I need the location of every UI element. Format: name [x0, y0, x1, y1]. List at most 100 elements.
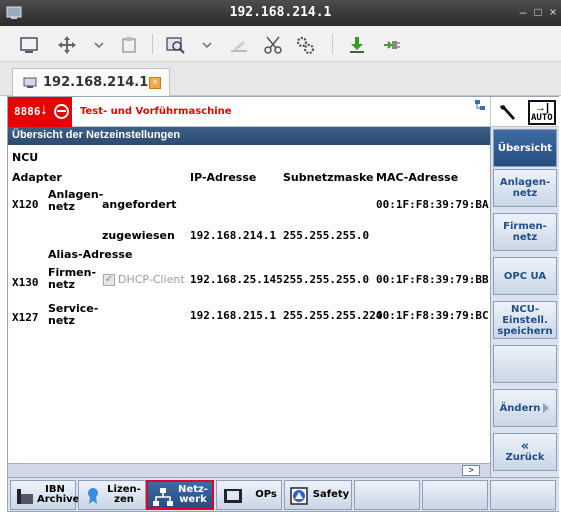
port-label: X127 — [12, 311, 39, 324]
mac-address: 00:1F:F8:39:79:BA — [376, 198, 489, 211]
softkey-empty[interactable] — [493, 345, 557, 383]
panel-icon — [224, 489, 242, 503]
column-header-mac: MAC-Adresse — [376, 171, 459, 184]
softkey-back[interactable]: « Zurück — [493, 433, 557, 471]
clipboard-icon[interactable] — [118, 34, 140, 56]
alarm-number: 8886 — [14, 105, 41, 118]
horizontal-scrollbar[interactable]: > — [8, 463, 490, 477]
softkey-label: speichern — [497, 325, 553, 337]
adapter-label: Adapter — [12, 171, 62, 184]
softkey-label: Firmen- — [503, 221, 547, 232]
mode-label: AUTO — [531, 113, 553, 123]
softkey-label: OPs — [255, 489, 277, 500]
softkey-empty[interactable] — [490, 480, 556, 510]
softkey-label: OPC UA — [503, 270, 547, 282]
network-status-icon — [475, 100, 485, 110]
maximize-button[interactable]: □ — [530, 4, 546, 20]
network-overview: NCU Adapter IP-Adresse Subnetzmaske MAC-… — [8, 145, 490, 463]
softkey-opc-ua[interactable]: OPC UA — [493, 257, 557, 295]
scroll-right-button[interactable]: > — [462, 465, 480, 476]
softkey-label: Anlagen- — [499, 177, 551, 188]
address-mode: angefordert — [102, 198, 177, 211]
port-label: X120 — [12, 198, 39, 211]
softkey-empty[interactable] — [422, 480, 488, 510]
softkey-label: NCU-Einstell. — [502, 303, 548, 326]
softkey-label: Zurück — [505, 452, 545, 463]
window-title: 192.168.214.1 — [229, 5, 332, 20]
softkey-label: Ändern — [499, 402, 541, 414]
pen-icon[interactable] — [228, 34, 250, 56]
ip-address: 192.168.214.1 — [190, 229, 277, 242]
safety-icon — [290, 487, 308, 505]
alarm-text: Test- und Vorführmaschine — [80, 106, 232, 117]
hmi-screen: 8886 ↓ Test- und Vorführmaschine →| AUTO… — [7, 96, 559, 512]
vertical-softkey-bar: Übersicht Anlagen- netz Firmen- netz OPC… — [490, 127, 559, 477]
ip-address: 192.168.215.1 — [190, 309, 277, 322]
arrow-right-icon — [543, 403, 550, 413]
move-icon[interactable] — [56, 34, 78, 56]
softkey-company-network[interactable]: Firmen- netz — [493, 213, 557, 251]
archive-icon — [17, 489, 33, 504]
scissors-icon[interactable] — [262, 34, 284, 56]
column-header-mask: Subnetzmaske — [283, 171, 374, 184]
window-titlebar: 192.168.214.1 – □ × — [0, 0, 561, 26]
subnet-mask: 255.255.255.0 — [283, 273, 370, 286]
dhcp-checkbox[interactable]: ✓ — [103, 274, 115, 286]
chevron-down-icon[interactable] — [196, 34, 218, 56]
softkey-empty[interactable] — [354, 480, 420, 510]
monitor-icon — [23, 77, 37, 88]
auto-mode-indicator[interactable]: →| AUTO — [528, 100, 556, 125]
softkey-ibn-archive[interactable]: IBN Archive — [10, 480, 79, 510]
mac-address: 00:1F:F8:39:79:BB — [376, 273, 489, 286]
close-button[interactable]: × — [545, 4, 561, 20]
softkey-label: netz — [512, 232, 538, 243]
download-icon[interactable] — [346, 34, 368, 56]
settings-icon[interactable] — [294, 34, 316, 56]
softkey-network[interactable]: Netz-werk — [146, 480, 214, 510]
softkey-label: Safety — [312, 489, 350, 500]
mode-area: →| AUTO — [490, 97, 559, 127]
tab-label: 192.168.214.1 — [43, 75, 149, 90]
fullscreen-icon[interactable] — [18, 34, 40, 56]
softkey-label: netz — [512, 188, 538, 199]
softkey-ops[interactable]: OPs — [216, 480, 282, 510]
tab-connection[interactable]: 192.168.214.1 × — [12, 68, 170, 97]
alias-label: Alias-Adresse — [48, 248, 133, 261]
network-name: netz — [48, 314, 75, 327]
chevron-down-icon[interactable] — [88, 34, 110, 56]
softkey-safety[interactable]: Safety — [284, 480, 352, 510]
port-label: X130 — [12, 276, 39, 289]
network-name: netz — [48, 200, 75, 213]
horizontal-softkey-bar: IBN Archive Lizen-zen Netz-werk OPs Safe… — [8, 477, 559, 511]
column-header-ip: IP-Adresse — [190, 171, 257, 184]
network-name: Service- — [48, 302, 99, 315]
alarm-indicator[interactable]: 8886 ↓ — [8, 97, 72, 127]
subnet-mask: 255.255.255.224 — [283, 309, 383, 322]
disconnect-icon[interactable] — [380, 34, 402, 56]
softkey-overview[interactable]: Übersicht — [493, 129, 557, 167]
softkey-change[interactable]: Ändern — [493, 389, 557, 427]
tab-strip: 192.168.214.1 × — [0, 62, 561, 97]
acknowledge-icon[interactable] — [54, 104, 69, 119]
softkey-plant-network[interactable]: Anlagen- netz — [493, 169, 557, 207]
softkey-label: werk — [179, 494, 207, 505]
close-icon[interactable]: × — [149, 77, 161, 89]
softkey-save-ncu-settings[interactable]: NCU-Einstell. speichern — [493, 301, 557, 339]
mac-address: 00:1F:F8:39:79:BC — [376, 309, 489, 322]
arrow-down-icon: ↓ — [40, 101, 48, 118]
network-icon — [153, 488, 173, 506]
ncu-label: NCU — [12, 151, 39, 164]
toolbar — [0, 26, 561, 62]
alarm-header: 8886 ↓ Test- und Vorführmaschine — [8, 97, 490, 127]
zoom-icon[interactable] — [164, 34, 186, 56]
softkey-licenses[interactable]: Lizen-zen — [78, 480, 146, 510]
panel-title: Übersicht der Netzeinstellungen — [8, 127, 490, 145]
softkey-label: Übersicht — [497, 142, 553, 154]
subnet-mask: 255.255.255.0 — [283, 229, 370, 242]
minimize-button[interactable]: – — [515, 4, 531, 20]
network-name: Anlagen- — [48, 188, 104, 201]
wrench-icon[interactable] — [497, 103, 519, 123]
double-chevron-left-icon: « — [520, 439, 530, 454]
address-mode: zugewiesen — [102, 229, 175, 242]
network-name: netz — [48, 278, 75, 291]
